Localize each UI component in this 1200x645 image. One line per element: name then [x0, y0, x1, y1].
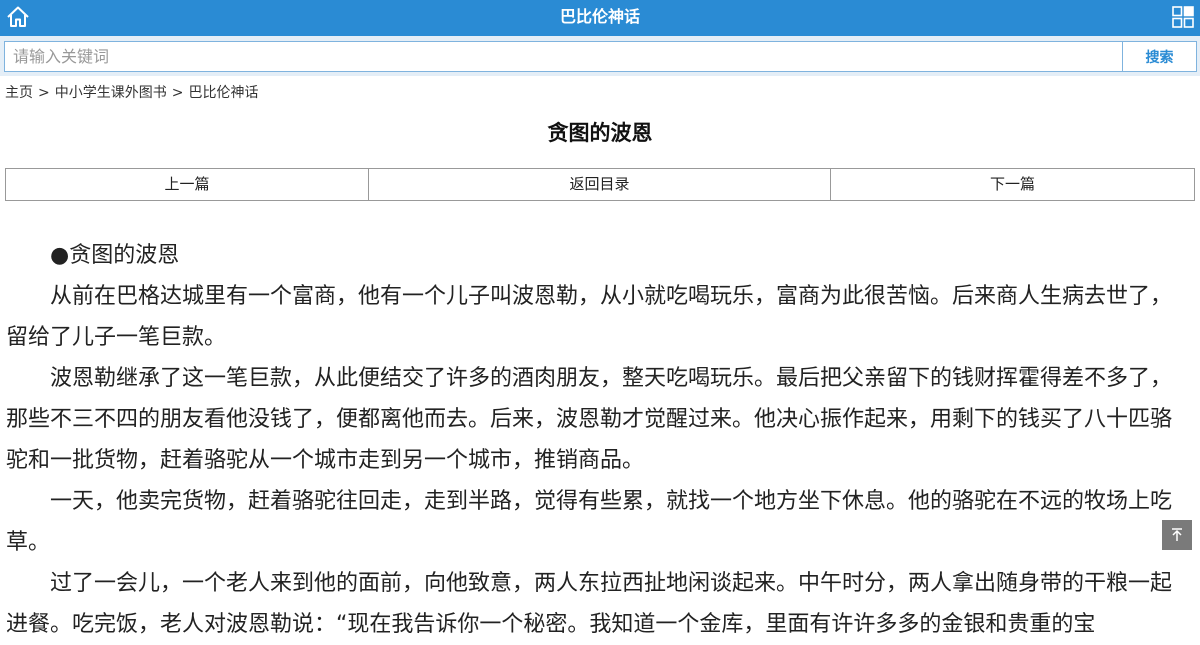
table-of-contents-button[interactable]: 返回目录	[369, 168, 831, 201]
app-title: 巴比伦神话	[559, 7, 640, 26]
article-paragraph: 波恩勒继承了这一笔巨款，从此便结交了许多的酒肉朋友，整天吃喝玩乐。最后把父亲留下…	[6, 366, 1173, 473]
article-title: 贪图的波恩	[547, 121, 653, 145]
search-input[interactable]	[4, 41, 1122, 72]
article-paragraph: 过了一会儿，一个老人来到他的面前，向他致意，两人东拉西扯地闲谈起来。中午时分，两…	[6, 571, 1173, 637]
back-to-top-button[interactable]	[1162, 520, 1192, 550]
search-button[interactable]: 搜索	[1122, 41, 1197, 72]
grid-icon[interactable]	[1172, 6, 1194, 28]
breadcrumb-home-link[interactable]: 主页	[5, 85, 33, 101]
article-content: ●贪图的波恩 从前在巴格达城里有一个富商，他有一个儿子叫波恩勒，从小就吃喝玩乐，…	[6, 235, 1184, 645]
top-bar: 巴比伦神话	[0, 0, 1200, 36]
article-paragraph: ●贪图的波恩	[50, 243, 180, 268]
breadcrumb-separator: >	[38, 85, 50, 101]
breadcrumb-separator: >	[171, 85, 184, 101]
article-paragraph: 从前在巴格达城里有一个富商，他有一个儿子叫波恩勒，从小就吃喝玩乐，富商为此很苦恼…	[6, 284, 1173, 350]
search-bar: 搜索	[0, 36, 1200, 76]
article-paragraph: 一天，他卖完货物，赶着骆驼往回走，走到半路，觉得有些累，就找一个地方坐下休息。他…	[6, 489, 1173, 555]
breadcrumb-category-link[interactable]: 中小学生课外图书	[55, 85, 167, 101]
breadcrumb: 主页 > 中小学生课外图书 > 巴比伦神话	[5, 83, 258, 103]
next-article-button[interactable]: 下一篇	[831, 168, 1195, 201]
breadcrumb-book-link[interactable]: 巴比伦神话	[188, 85, 258, 101]
arrow-up-to-top-icon	[1162, 528, 1192, 554]
prev-article-button[interactable]: 上一篇	[5, 168, 369, 201]
article-pager: 上一篇 返回目录 下一篇	[5, 168, 1195, 201]
